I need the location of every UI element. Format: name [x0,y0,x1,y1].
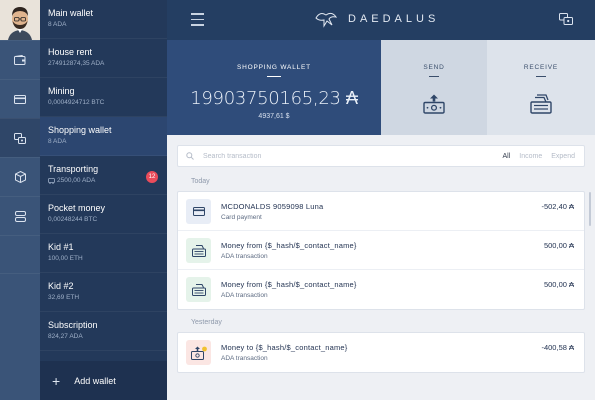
wallet-name: Kid #2 [48,281,74,291]
wallet-icon [14,55,26,65]
receive-money-icon [487,94,595,114]
transaction-row[interactable]: Money from {$_hash/$_contact_name} ADA t… [178,270,584,309]
search-input[interactable] [203,152,473,160]
transaction-title: Money to {$_hash/$_contact_name} [221,343,348,352]
menu-icon[interactable] [191,13,204,30]
card-icon [186,199,211,224]
top-bar: DAEDALUS [167,0,595,40]
wallet-name: Pocket money [48,203,106,213]
tab-underline [536,76,546,77]
icon-rail [0,0,40,400]
tab-underline [429,76,439,77]
wallet-item-main[interactable]: Main wallet 8 ADA [40,0,167,39]
wallet-navigation: SHOPPING WALLET 19903750165,23 ₳ 4937,61… [167,40,595,135]
transaction-row[interactable]: MCDONALDS 9059098 Luna Card payment -502… [178,192,584,231]
wallet-item-pocket-money[interactable]: Pocket money 0,00248244 BTC [40,195,167,234]
wallet-name: Kid #1 [48,242,74,252]
wallet-balance: 0,0004924712 BTC [48,99,105,106]
tab-summary[interactable]: SHOPPING WALLET 19903750165,23 ₳ 4937,61… [167,40,381,135]
rail-empty [0,235,40,274]
wallet-name: Shopping wallet [48,125,112,135]
transaction-list-today: MCDONALDS 9059098 Luna Card payment -502… [177,191,585,310]
wallet-balance: 32,69 ETH [48,294,80,301]
rail-exchange-button[interactable] [0,118,40,157]
transaction-amount: 500,00 ₳ [543,280,574,289]
transaction-title: Money from {$_hash/$_contact_name} [221,241,357,250]
wallet-item-kid-1[interactable]: Kid #1 100,00 ETH [40,234,167,273]
notification-badge: 12 [146,171,158,183]
wallet-name: Subscription [48,320,98,330]
server-icon [14,210,26,222]
wallet-balance: 100,00 ETH [48,255,83,262]
transaction-filters: All Income Expend [503,153,576,160]
rail-card-button[interactable] [0,79,40,118]
wallet-balance: 8 ADA [48,21,67,28]
active-underline [267,76,281,77]
wallet-balance: 0,00248244 BTC [48,216,98,223]
money-out-icon [186,340,211,365]
brand-name: DAEDALUS [348,13,440,25]
wallet-item-transporting[interactable]: Transporting 2500,00 ADA 12 [40,156,167,195]
scrollbar[interactable] [589,192,591,226]
transaction-row[interactable]: Money to {$_hash/$_contact_name} ADA tra… [178,333,584,372]
wallet-item-subscription[interactable]: Subscription 824,27 ADA [40,312,167,351]
transaction-list-yesterday: Money to {$_hash/$_contact_name} ADA tra… [177,332,585,373]
wallet-balance: 824,27 ADA [48,333,83,340]
wallet-balance: 8 ADA [48,138,67,145]
send-label: SEND [423,64,445,71]
wallet-item-shopping[interactable]: Shopping wallet 8 ADA [40,117,167,156]
wallet-name: Main wallet [48,8,94,18]
daedalus-logo-icon [315,12,338,28]
money-in-icon [186,238,211,263]
transaction-type: Card payment [221,214,262,221]
plus-icon: + [52,372,61,389]
transaction-type: ADA transaction [221,355,268,362]
wallet-item-house-rent[interactable]: House rent 274912874,35 ADA [40,39,167,78]
transaction-title: MCDONALDS 9059098 Luna [221,202,324,211]
transaction-title: Money from {$_hash/$_contact_name} [221,280,357,289]
transaction-amount: 500,00 ₳ [543,241,574,250]
exchange-icon [14,132,26,144]
tab-send[interactable]: SEND [381,40,487,135]
filter-income[interactable]: Income [519,153,542,160]
transaction-type: ADA transaction [221,292,268,299]
filter-expend[interactable]: Expend [551,153,575,160]
search-icon [186,152,194,160]
wallet-name: Mining [48,86,75,96]
cube-icon [14,171,26,183]
wallet-item-kid-2[interactable]: Kid #2 32,69 ETH [40,273,167,312]
rail-cube-button[interactable] [0,157,40,196]
transaction-row[interactable]: Money from {$_hash/$_contact_name} ADA t… [178,231,584,270]
filter-all[interactable]: All [503,153,511,160]
wallet-amount-usd: 4937,61 $ [258,113,290,120]
money-in-icon [186,277,211,302]
transaction-type: ADA transaction [221,253,268,260]
transaction-amount: -400,58 ₳ [541,343,574,352]
add-wallet-label: Add wallet [74,375,116,386]
transaction-amount: -502,40 ₳ [541,202,574,211]
avatar[interactable] [0,0,40,40]
bus-icon [48,177,55,184]
tab-receive[interactable]: RECEIVE [487,40,595,135]
rail-server-button[interactable] [0,196,40,235]
wallet-name: House rent [48,47,93,57]
group-label-today: Today [191,178,210,185]
group-label-yesterday: Yesterday [191,319,222,326]
search-bar: All Income Expend [177,145,585,167]
wallet-list: Main wallet 8 ADA House rent 274912874,3… [40,0,167,400]
rail-wallet-button[interactable] [0,40,40,79]
wallet-amount: 19903750165,23 ₳ [190,88,358,109]
brand: DAEDALUS [314,9,439,29]
summary-label: SHOPPING WALLET [237,64,311,71]
receive-label: RECEIVE [523,64,559,71]
card-icon [14,94,26,104]
wallet-balance: 274912874,35 ADA [48,60,105,67]
wallet-item-mining[interactable]: Mining 0,0004924712 BTC [40,78,167,117]
add-wallet-button[interactable]: + Add wallet [40,361,167,400]
wallet-balance: 2500,00 ADA [57,177,96,184]
exchange-icon[interactable] [559,12,573,30]
send-money-icon [381,94,487,114]
